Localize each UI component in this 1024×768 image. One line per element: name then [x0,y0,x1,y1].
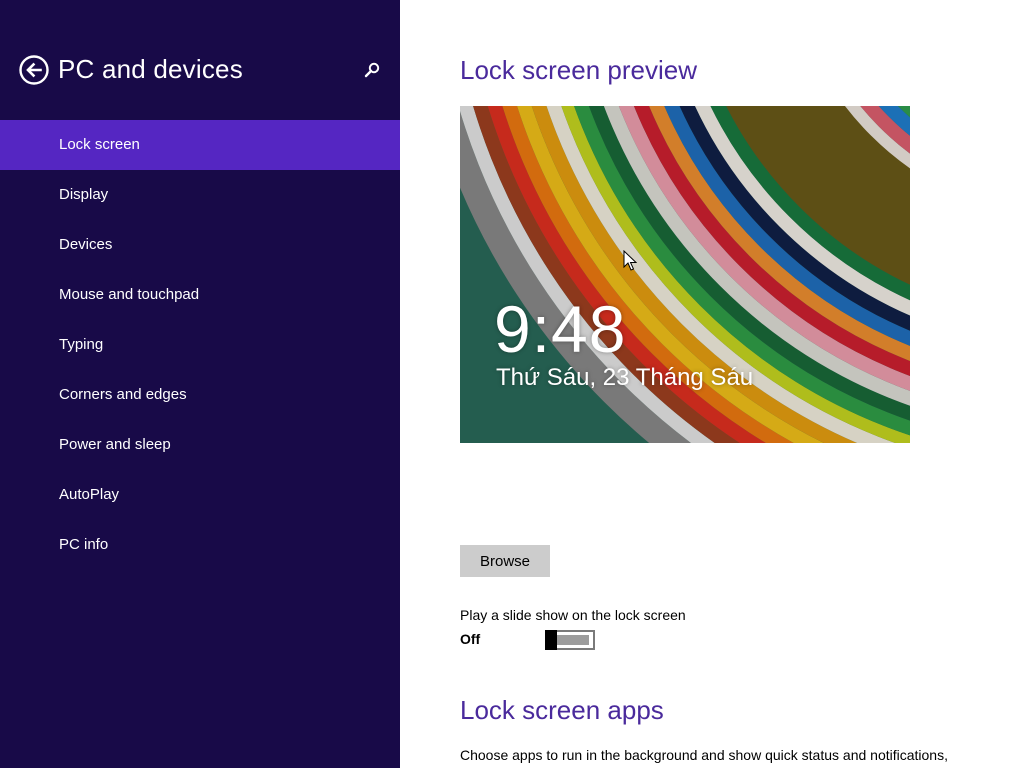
search-icon [364,62,380,78]
sidebar-item-devices[interactable]: Devices [0,220,400,270]
sidebar: PC and devices Lock screen Display Devic… [0,0,400,768]
mouse-cursor-icon [623,250,637,271]
back-button[interactable] [19,55,49,85]
sidebar-item-corners-and-edges[interactable]: Corners and edges [0,370,400,420]
lock-screen-apps-heading: Lock screen apps [460,695,664,725]
toggle-thumb[interactable] [545,630,557,650]
pc-settings-window: PC and devices Lock screen Display Devic… [0,0,1024,768]
settings-nav-list: Lock screen Display Devices Mouse and to… [0,120,400,570]
sidebar-item-lock-screen[interactable]: Lock screen [0,120,400,170]
lock-screen-date: Thứ Sáu, 23 Tháng Sáu [496,364,754,391]
wallpaper-image [460,106,910,443]
lock-screen-preview: 9:48 Thứ Sáu, 23 Tháng Sáu [460,106,910,443]
back-arrow-icon [19,55,49,85]
sidebar-item-power-and-sleep[interactable]: Power and sleep [0,420,400,470]
sidebar-item-pc-info[interactable]: PC info [0,520,400,570]
main-content: Lock screen preview 9:48 Thứ Sáu, 23 Thá… [400,0,1024,768]
slideshow-toggle[interactable] [545,630,595,650]
sidebar-header: PC and devices [0,46,400,96]
slideshow-toggle-state: Off [460,631,481,647]
sidebar-item-mouse-and-touchpad[interactable]: Mouse and touchpad [0,270,400,320]
lock-screen-preview-heading: Lock screen preview [460,55,697,85]
search-button[interactable] [362,60,382,80]
lock-screen-apps-description: Choose apps to run in the background and… [460,747,948,763]
slideshow-label: Play a slide show on the lock screen [460,607,686,623]
browse-button[interactable]: Browse [460,545,550,577]
sidebar-title: PC and devices [58,54,243,84]
sidebar-item-autoplay[interactable]: AutoPlay [0,470,400,520]
sidebar-item-display[interactable]: Display [0,170,400,220]
lock-screen-time: 9:48 [494,292,627,366]
sidebar-item-typing[interactable]: Typing [0,320,400,370]
